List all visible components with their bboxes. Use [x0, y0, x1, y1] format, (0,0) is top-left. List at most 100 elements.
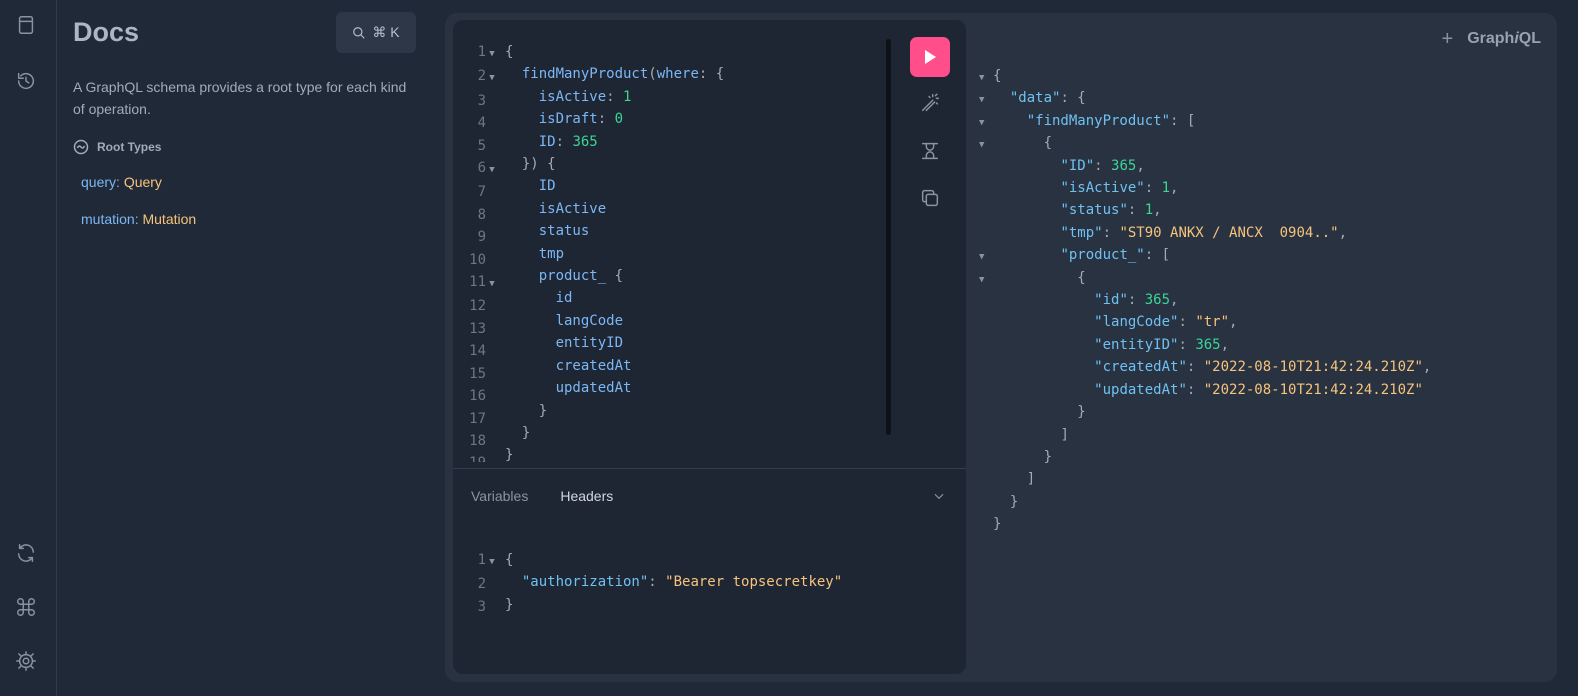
json-number: 365 [1111, 157, 1137, 174]
search-icon [353, 26, 366, 39]
fold-marker[interactable]: ▼ [979, 67, 984, 89]
json-line: ] [993, 424, 1431, 446]
json-line: "updatedAt": "2022-08-10T21:42:24.210Z" [993, 379, 1431, 401]
root-type-query[interactable]: query: Query [81, 174, 162, 190]
tab-variables[interactable]: Variables [471, 488, 528, 504]
merge-fragments-button[interactable] [909, 131, 951, 171]
code-line: } [505, 594, 842, 616]
brace: : { [1060, 90, 1086, 107]
graphiql-session: 1▼2▼3456▼7891011▼1213141516171819 { find… [445, 13, 1557, 682]
headers-code[interactable]: { "authorization": "Bearer topsecretkey"… [505, 549, 842, 616]
fold-marker[interactable] [979, 157, 984, 179]
json-line: "id": 365, [993, 289, 1431, 311]
fold-marker[interactable] [979, 179, 984, 201]
fold-marker[interactable] [979, 515, 984, 537]
editor-divider [453, 468, 966, 469]
colon: : [1186, 381, 1204, 398]
fold-marker[interactable] [979, 492, 984, 514]
shortcuts-icon[interactable] [14, 595, 38, 619]
root-types-icon [73, 139, 89, 155]
comma: , [1338, 224, 1348, 241]
editor-tools-tabs: Variables Headers [471, 488, 613, 504]
query-code[interactable]: { findManyProduct(where: { isActive: 1 i… [505, 41, 724, 462]
docs-search-button[interactable]: ⌘ K [336, 12, 416, 53]
fold-marker[interactable]: ▼ [979, 89, 984, 111]
fold-marker[interactable] [979, 291, 984, 313]
collapse-editor-tools-button[interactable] [932, 489, 950, 507]
copy-query-button[interactable] [909, 178, 951, 218]
headers-editor[interactable]: 1 ▼ 2 3 { "authorization": "Bearer topsecre… [453, 544, 966, 664]
fold-marker[interactable] [979, 380, 984, 402]
fold-marker[interactable]: ▼ [979, 134, 984, 156]
line-number: 17 [469, 410, 486, 427]
fold-marker[interactable] [979, 201, 984, 223]
json-line: { [993, 65, 1431, 87]
root-type-name[interactable]: Query [124, 174, 162, 190]
fold-marker[interactable]: ▼ [979, 269, 984, 291]
refetch-schema-icon[interactable] [14, 541, 38, 565]
json-line: } [993, 401, 1431, 423]
fold-marker[interactable] [979, 336, 984, 358]
json-key: "entityID" [1094, 336, 1179, 353]
fold-marker[interactable] [979, 358, 984, 380]
run-button[interactable] [910, 37, 950, 77]
query-arg-key: ID [538, 133, 556, 150]
settings-icon[interactable] [14, 649, 38, 673]
fold-marker[interactable] [979, 313, 984, 335]
json-line: ] [993, 468, 1431, 490]
brace: } [505, 596, 514, 613]
docs-title: Docs [73, 17, 140, 47]
prettify-button[interactable] [909, 83, 951, 123]
json-line: "findManyProduct": [ [993, 110, 1431, 132]
fold-marker[interactable]: ▼ [979, 246, 984, 268]
code-line: isActive [505, 198, 724, 220]
colon: : [1094, 157, 1112, 174]
line-number: 16 [469, 388, 486, 405]
json-line: "createdAt": "2022-08-10T21:42:24.210Z", [993, 356, 1431, 378]
line-number: 12 [469, 298, 486, 315]
brace: { [505, 44, 514, 60]
json-line: "data": { [993, 87, 1431, 109]
editor-pane: 1▼2▼3456▼7891011▼1213141516171819 { find… [453, 20, 966, 674]
json-number: 365 [1195, 336, 1221, 353]
json-key: "tmp" [1060, 224, 1103, 241]
docs-panel: Docs ⌘ K A GraphQL schema provides a roo… [57, 0, 430, 696]
fold-marker[interactable] [979, 224, 984, 246]
docs-icon[interactable] [14, 13, 38, 37]
root-field-name[interactable]: query [81, 174, 116, 190]
copy-icon [921, 189, 939, 207]
line-number: 13 [469, 320, 486, 337]
json-key: "isActive" [1060, 180, 1145, 197]
line-number: 10 [469, 251, 486, 268]
json-number: 1 [1161, 180, 1171, 197]
brace: { [993, 68, 1002, 84]
brace: { [1077, 269, 1086, 286]
query-scrollbar[interactable] [886, 39, 891, 435]
tab-headers[interactable]: Headers [560, 488, 613, 504]
bracket: : [ [1170, 112, 1196, 129]
header-value: "Bearer topsecretkey" [665, 574, 843, 591]
query-field: id [555, 290, 573, 307]
line-number: 4 [477, 115, 486, 132]
fold-marker[interactable] [979, 448, 984, 470]
root-types-label: Root Types [97, 140, 162, 154]
json-key: "updatedAt" [1094, 381, 1187, 398]
history-icon[interactable] [14, 69, 38, 93]
json-string: "2022-08-10T21:42:24.210Z" [1203, 359, 1423, 376]
fold-marker[interactable] [979, 425, 984, 447]
root-type-mutation[interactable]: mutation: Mutation [81, 211, 196, 227]
json-key: "product_" [1060, 247, 1145, 264]
add-tab-button[interactable]: + [1442, 29, 1454, 49]
result-json[interactable]: { "data": { "findManyProduct": [ { "ID":… [993, 65, 1431, 536]
fold-marker[interactable] [979, 470, 984, 492]
root-field-name[interactable]: mutation [81, 211, 135, 227]
root-type-name[interactable]: Mutation [142, 211, 196, 227]
brace: } [1009, 493, 1019, 510]
code-line: }) { [505, 153, 724, 175]
query-arg-value: 1 [623, 88, 632, 105]
query-editor[interactable]: 1▼2▼3456▼7891011▼1213141516171819 { find… [453, 20, 966, 462]
colon: : [116, 174, 124, 190]
fold-marker[interactable] [979, 403, 984, 425]
header-right: + GraphiQL [1442, 29, 1541, 49]
fold-marker[interactable]: ▼ [979, 112, 984, 134]
